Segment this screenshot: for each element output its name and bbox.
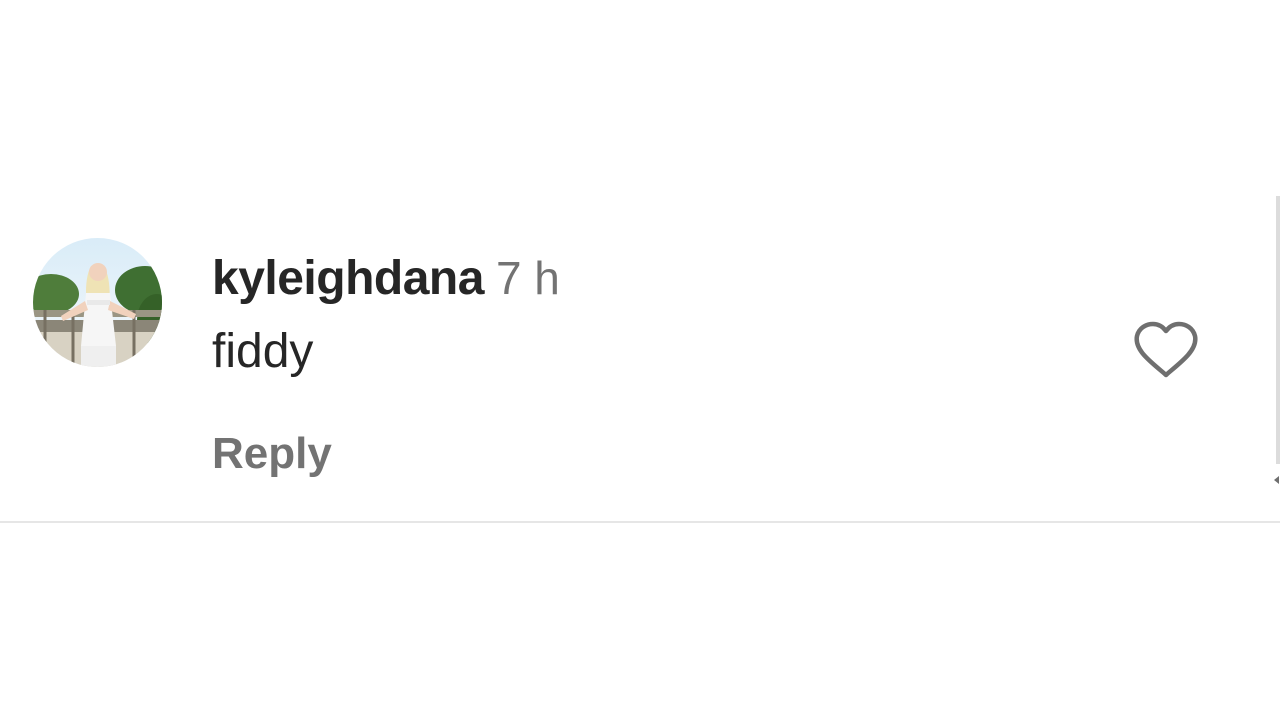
comment-timestamp[interactable]: 7 h	[496, 252, 560, 304]
comment-divider	[0, 521, 1280, 523]
comment-text: fiddy	[212, 325, 314, 378]
username-link[interactable]: kyleighdana	[212, 252, 484, 305]
avatar[interactable]	[33, 238, 162, 367]
heart-outline-icon	[1134, 321, 1198, 378]
reply-button[interactable]: Reply	[212, 424, 332, 484]
scroll-arrow-icon[interactable]	[1274, 476, 1279, 484]
like-button[interactable]	[1132, 320, 1200, 380]
avatar-photo	[33, 238, 162, 367]
scrollbar[interactable]	[1276, 196, 1280, 464]
comment-header: kyleighdana 7 h	[212, 248, 560, 308]
comment-item: kyleighdana 7 h fiddy Reply	[0, 0, 1280, 720]
